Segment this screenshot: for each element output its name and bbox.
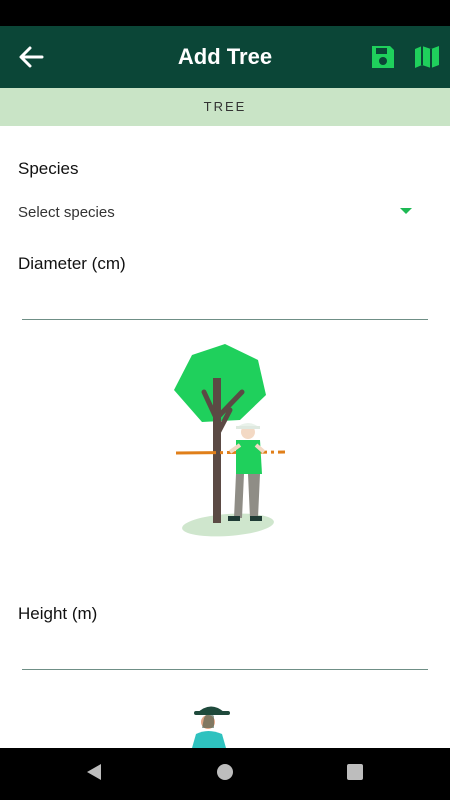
diameter-underline — [22, 319, 428, 320]
diameter-measure-illustration — [174, 344, 286, 537]
status-bar — [0, 0, 450, 26]
diameter-input[interactable] — [22, 284, 428, 320]
system-nav-bar — [0, 748, 450, 800]
dropdown-caret-icon — [400, 208, 412, 214]
map-icon[interactable] — [414, 45, 440, 69]
height-input[interactable] — [22, 634, 428, 670]
arrow-left-icon[interactable] — [16, 42, 46, 72]
height-measure-illustration — [192, 706, 230, 748]
height-label: Height (m) — [18, 604, 98, 623]
square-recents-icon[interactable] — [345, 761, 365, 788]
floppy-disk-icon[interactable] — [370, 44, 396, 70]
height-underline — [22, 669, 428, 670]
diameter-label: Diameter (cm) — [18, 254, 126, 273]
species-label: Species — [18, 159, 79, 178]
species-select-value: Select species — [18, 204, 115, 221]
app-bar: Add Tree — [0, 26, 450, 88]
triangle-back-icon[interactable] — [84, 761, 104, 788]
circle-home-icon[interactable] — [215, 761, 235, 788]
species-select[interactable]: Select species — [18, 200, 418, 226]
tab-tree[interactable]: TREE — [0, 88, 450, 126]
